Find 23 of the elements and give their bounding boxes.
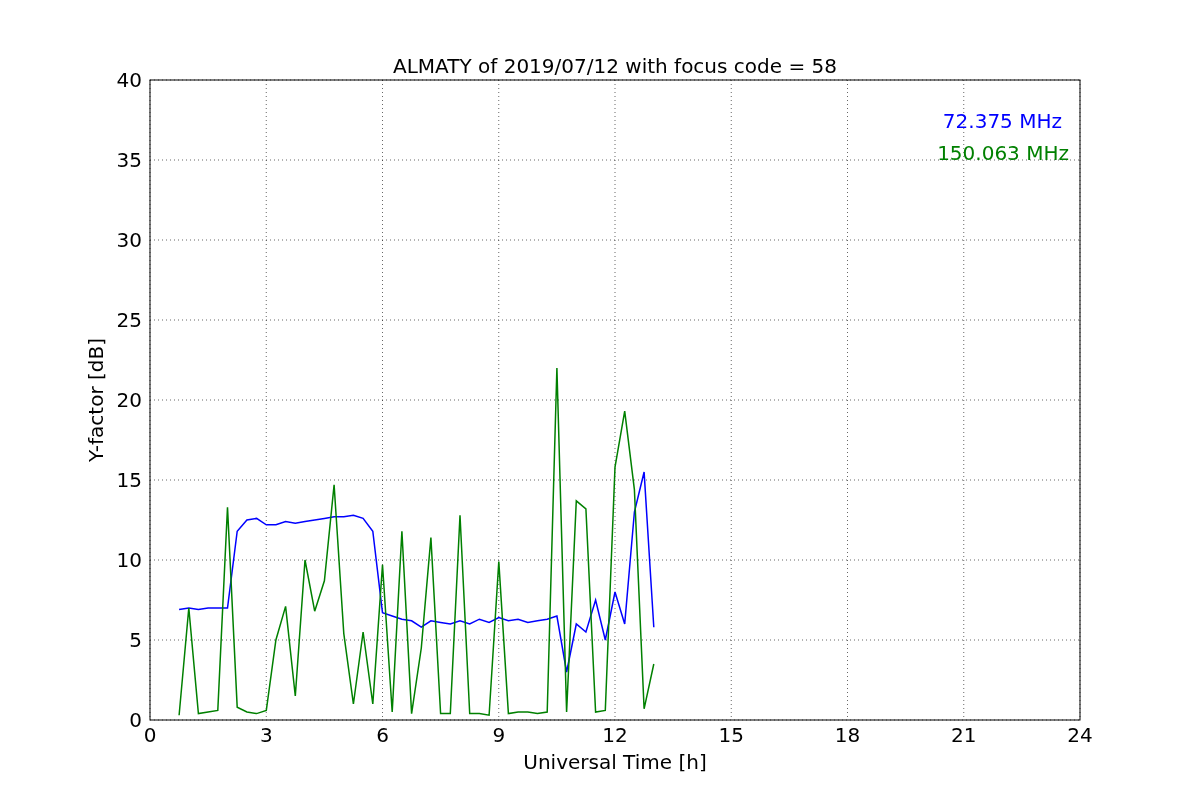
- y-axis-label: Y-factor [dB]: [84, 338, 108, 462]
- y-tick-label: 40: [116, 68, 142, 92]
- x-axis-label: Universal Time [h]: [523, 750, 707, 774]
- y-tick-label: 25: [116, 308, 142, 332]
- x-tick-label: 9: [492, 723, 506, 747]
- y-tick-label: 35: [116, 148, 142, 172]
- y-tick-label: 0: [129, 708, 142, 732]
- y-tick-label: 20: [116, 388, 142, 412]
- x-tick-label: 12: [602, 723, 628, 747]
- legend-label: 150.063 MHz: [937, 141, 1069, 165]
- y-tick-label: 15: [116, 468, 142, 492]
- y-tick-label: 30: [116, 228, 142, 252]
- x-tick-label: 15: [718, 723, 744, 747]
- x-tick-label: 24: [1067, 723, 1093, 747]
- x-tick-label: 18: [834, 723, 861, 747]
- chart-title: ALMATY of 2019/07/12 with focus code = 58: [393, 54, 837, 78]
- x-tick-label: 21: [951, 723, 977, 747]
- y-tick-label: 5: [129, 628, 142, 652]
- legend-label: 72.375 MHz: [942, 109, 1062, 133]
- y-tick-label: 10: [116, 548, 142, 572]
- x-tick-label: 6: [376, 723, 389, 747]
- x-tick-label: 0: [143, 723, 157, 747]
- x-tick-label: 3: [259, 723, 273, 747]
